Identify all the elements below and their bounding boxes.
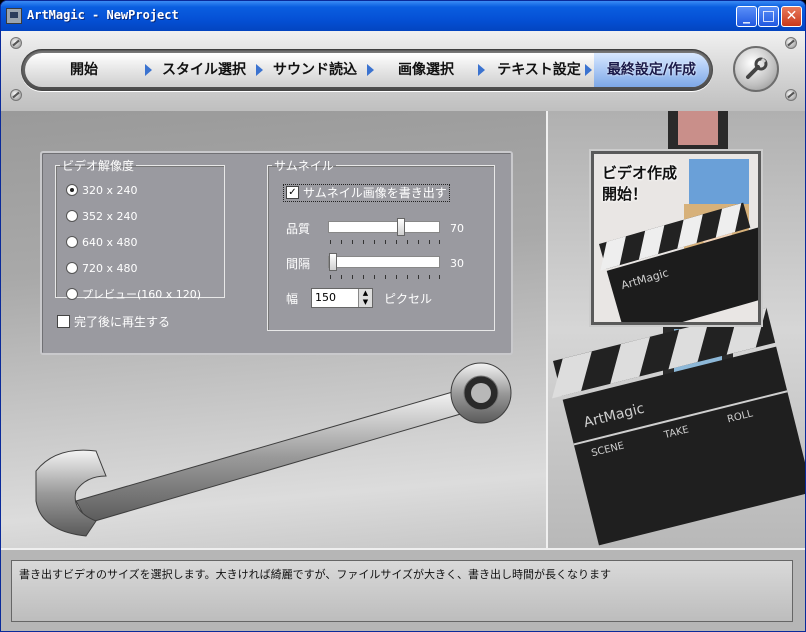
resolution-option-320x240[interactable]: 320 x 240 — [66, 183, 138, 199]
thumbnail-legend: サムネイル — [274, 159, 334, 173]
step-arrow-icon — [256, 64, 263, 76]
step-arrow-icon — [585, 64, 592, 76]
screw-icon — [785, 37, 797, 49]
interval-slider-track[interactable] — [328, 256, 440, 268]
spin-down-icon[interactable]: ▼ — [358, 298, 372, 307]
resolution-option-720x480[interactable]: 720 x 480 — [66, 261, 138, 277]
app-icon[interactable] — [6, 8, 22, 24]
step-style-select[interactable]: スタイル選択 — [154, 53, 254, 87]
quality-label: 品質 — [286, 222, 311, 236]
screw-icon — [785, 89, 797, 101]
wrench-icon — [746, 57, 768, 79]
quality-slider-ticks — [330, 240, 440, 244]
resolution-legend: ビデオ解像度 — [62, 159, 135, 173]
help-message-box: 書き出すビデオのサイズを選択します。大きければ綺麗ですが、ファイルサイズが大きく… — [11, 560, 793, 622]
quality-slider-track[interactable] — [328, 221, 440, 233]
step-arrow-icon — [478, 64, 485, 76]
screw-icon — [10, 37, 22, 49]
settings-area: ビデオ解像度 320 x 240 352 x 240 640 x 480 720… — [1, 111, 548, 548]
main-content: ビデオ解像度 320 x 240 352 x 240 640 x 480 720… — [1, 111, 805, 548]
radio-icon[interactable] — [66, 288, 78, 300]
radio-icon[interactable] — [66, 262, 78, 274]
width-value[interactable]: 150 — [315, 291, 336, 304]
screw-icon — [10, 89, 22, 101]
spin-up-icon[interactable]: ▲ — [358, 289, 372, 298]
play-after-checkbox[interactable]: 完了後に再生する — [57, 313, 170, 330]
step-arrow-icon — [145, 64, 152, 76]
start-video-creation-button[interactable]: ArtMagic ビデオ作成 開始！ — [591, 151, 761, 325]
minimize-button[interactable]: _ — [736, 6, 757, 27]
resolution-option-preview[interactable]: プレビュー(160 x 120) — [66, 287, 201, 303]
window-title: ArtMagic - NewProject — [27, 8, 179, 22]
wrench-illustration-icon — [35, 362, 512, 537]
output-settings-panel: ビデオ解像度 320 x 240 352 x 240 640 x 480 720… — [40, 151, 513, 355]
quality-slider-thumb[interactable] — [397, 218, 405, 236]
resolution-option-352x240[interactable]: 352 x 240 — [66, 209, 138, 225]
interval-slider-ticks — [330, 275, 440, 279]
step-sound-load[interactable]: サウンド読込 — [265, 53, 365, 87]
interval-slider-thumb[interactable] — [329, 253, 337, 271]
step-navigation-panel: 開始 スタイル選択 サウンド読込 画像選択 テキスト設定 最終設定/作成 — [1, 31, 805, 111]
wrench-settings-button[interactable] — [733, 46, 779, 92]
width-label: 幅 — [286, 292, 299, 306]
width-spinner[interactable]: 150 ▲ ▼ — [311, 288, 373, 308]
title-bar: ArtMagic - NewProject _ □ ✕ — [1, 1, 805, 31]
width-unit: ピクセル — [384, 292, 433, 306]
step-text-settings[interactable]: テキスト設定 — [487, 53, 591, 87]
radio-selected-icon[interactable] — [66, 184, 78, 196]
interval-label: 間隔 — [286, 257, 311, 271]
maximize-button[interactable]: □ — [758, 6, 779, 27]
checkbox-icon[interactable] — [57, 315, 70, 328]
start-video-creation-label: ビデオ作成 開始！ — [602, 164, 678, 203]
help-message: 書き出すビデオのサイズを選択します。大きければ綺麗ですが、ファイルサイズが大きく… — [19, 568, 612, 581]
step-start[interactable]: 開始 — [25, 53, 143, 87]
help-area: 書き出すビデオのサイズを選択します。大きければ綺麗ですが、ファイルサイズが大きく… — [1, 548, 805, 631]
resolution-option-640x480[interactable]: 640 x 480 — [66, 235, 138, 251]
interval-value: 30 — [450, 257, 464, 270]
step-bar: 開始 スタイル選択 サウンド読込 画像選択 テキスト設定 最終設定/作成 — [21, 49, 713, 91]
radio-icon[interactable] — [66, 236, 78, 248]
write-thumbnail-checkbox[interactable]: ✓ サムネイル画像を書き出す — [283, 184, 450, 202]
step-arrow-icon — [367, 64, 374, 76]
thumbnail-group: サムネイル ✓ サムネイル画像を書き出す 品質 70 間隔 30 幅 150 ▲… — [267, 157, 495, 331]
decorative-side-panel: ArtMagic SCENE TAKE ROLL ArtMagic ビデオ作成 … — [548, 111, 805, 548]
close-button[interactable]: ✕ — [781, 6, 802, 27]
quality-value: 70 — [450, 222, 464, 235]
app-window: ArtMagic - NewProject _ □ ✕ 開始 スタイル選択 サウ… — [0, 0, 806, 632]
step-final-create[interactable]: 最終設定/作成 — [594, 53, 709, 87]
step-image-select[interactable]: 画像選択 — [376, 53, 476, 87]
checkbox-checked-icon[interactable]: ✓ — [286, 186, 299, 199]
resolution-group: ビデオ解像度 320 x 240 352 x 240 640 x 480 720… — [55, 157, 225, 301]
radio-icon[interactable] — [66, 210, 78, 222]
